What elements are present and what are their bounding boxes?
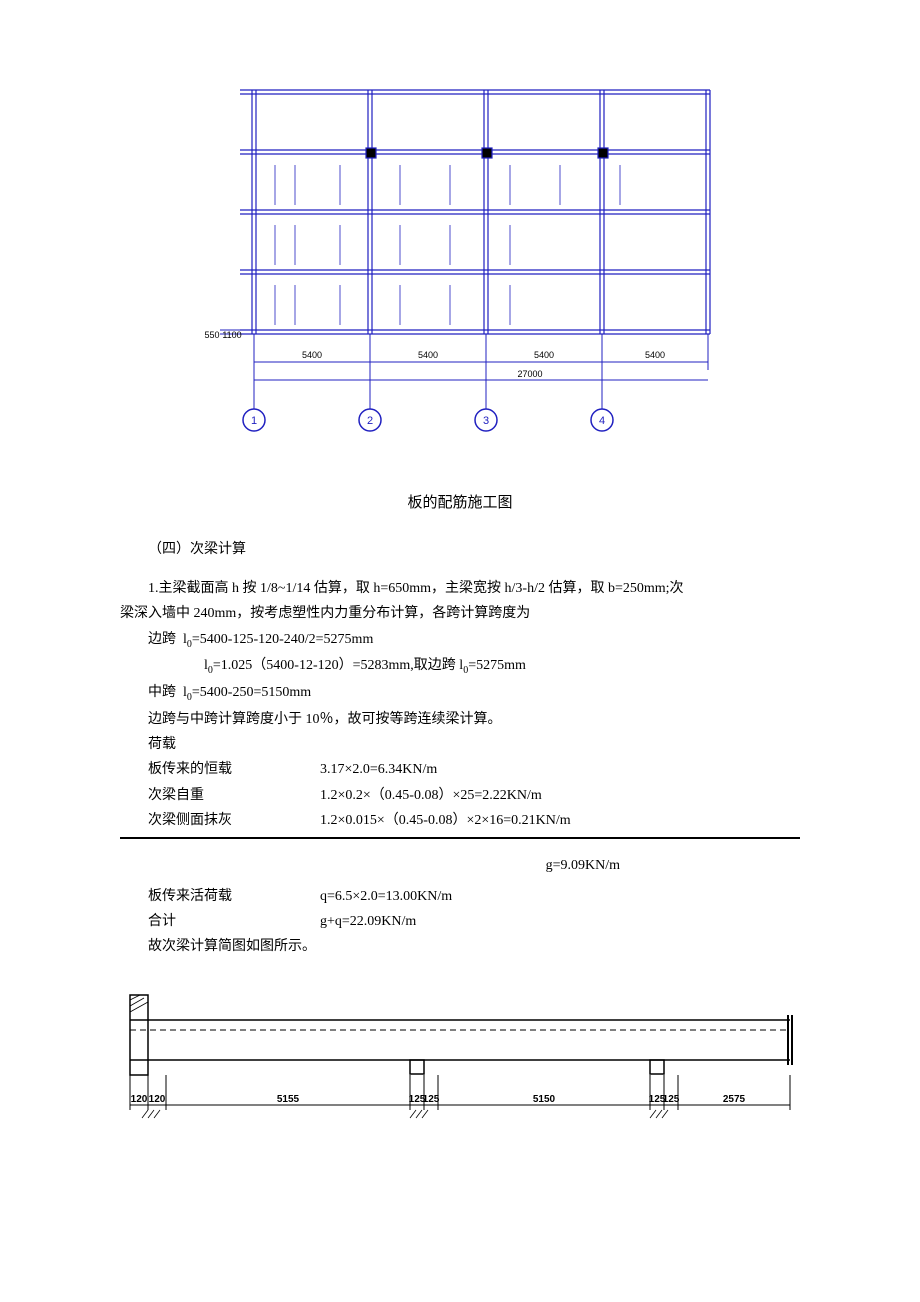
line-3-rest: =1.025（5400-12-120）=5283mm,取边跨 l bbox=[213, 658, 463, 673]
span-4-label: 5400 bbox=[645, 350, 665, 360]
load-label-1: 板传来的恒载 bbox=[120, 757, 320, 782]
line-1b: 梁深入墙中 240mm，按考虑塑性内力重分布计算，各跨计算跨度为 bbox=[120, 601, 800, 626]
load-label-4: 板传来活荷载 bbox=[120, 884, 320, 909]
load-value-1: 3.17×2.0=6.34KN/m bbox=[320, 757, 800, 782]
figure-caption-1: 板的配筋施工图 bbox=[120, 490, 800, 517]
line-2-label: 边跨 bbox=[148, 632, 176, 647]
line-final: 故次梁计算简图如图所示。 bbox=[120, 934, 800, 959]
line-6: 荷载 bbox=[120, 732, 800, 757]
load-row-5: 合计 g+q=22.09KN/m bbox=[120, 909, 800, 934]
line-5: 边跨与中跨计算跨度小于 10％，故可按等跨连续梁计算。 bbox=[120, 707, 800, 732]
plan-svg: 5400 5400 5400 5400 27000 550 1100 1 2 3… bbox=[200, 80, 720, 460]
section-4-title: （四）次梁计算 bbox=[120, 537, 800, 562]
beam-dim-9: 2575 bbox=[723, 1094, 746, 1105]
axis-4-label: 4 bbox=[599, 415, 605, 427]
line-4-rest: =5400-250=5150mm bbox=[192, 685, 311, 700]
load-row-3: 次梁侧面抹灰 1.2×0.015×（0.45-0.08）×2×16=0.21KN… bbox=[120, 808, 800, 833]
load-label-3: 次梁侧面抹灰 bbox=[120, 808, 320, 833]
line-2-rest: =5400-125-120-240/2=5275mm bbox=[192, 632, 373, 647]
beam-dim-6: 5150 bbox=[533, 1094, 556, 1105]
load-value-2: 1.2×0.2×（0.45-0.08）×25=2.22KN/m bbox=[320, 783, 800, 808]
load-row-4: 板传来活荷载 q=6.5×2.0=13.00KN/m bbox=[120, 884, 800, 909]
axis-3-label: 3 bbox=[483, 415, 489, 427]
beam-dim-3: 5155 bbox=[277, 1094, 300, 1105]
span-3-label: 5400 bbox=[534, 350, 554, 360]
line-2: 边跨 l0=5400-125-120-240/2=5275mm bbox=[120, 627, 800, 654]
line-3: l0=1.025（5400-12-120）=5283mm,取边跨 l0=5275… bbox=[120, 653, 800, 680]
beam-dim-1: 120 bbox=[131, 1094, 148, 1105]
load-row-1: 板传来的恒载 3.17×2.0=6.34KN/m bbox=[120, 757, 800, 782]
span-1-label: 5400 bbox=[302, 350, 322, 360]
load-value-3: 1.2×0.015×（0.45-0.08）×2×16=0.21KN/m bbox=[320, 808, 800, 833]
beam-dim-2: 120 bbox=[149, 1094, 166, 1105]
axis-1-label: 1 bbox=[251, 415, 257, 427]
beam-diagram-figure: 120 120 5155 125 125 5150 125 125 2575 bbox=[120, 990, 800, 1130]
divider bbox=[120, 837, 800, 839]
left-dim-1: 550 bbox=[204, 330, 219, 340]
load-label-5: 合计 bbox=[120, 909, 320, 934]
line-4-label: 中跨 bbox=[148, 685, 176, 700]
line-1a: 1.主梁截面高 h 按 1/8~1/14 估算，取 h=650mm，主梁宽按 h… bbox=[120, 576, 800, 601]
line-3-rest2: =5275mm bbox=[468, 658, 526, 673]
load-value-5: g+q=22.09KN/m bbox=[320, 909, 800, 934]
load-row-2: 次梁自重 1.2×0.2×（0.45-0.08）×25=2.22KN/m bbox=[120, 783, 800, 808]
load-value-4: q=6.5×2.0=13.00KN/m bbox=[320, 884, 800, 909]
beam-dim-8: 125 bbox=[663, 1094, 680, 1105]
total-width-label: 27000 bbox=[517, 369, 542, 379]
axis-2-label: 2 bbox=[367, 415, 373, 427]
span-2-label: 5400 bbox=[418, 350, 438, 360]
reinforcement-plan-figure: 5400 5400 5400 5400 27000 550 1100 1 2 3… bbox=[120, 80, 800, 460]
line-4: 中跨 l0=5400-250=5150mm bbox=[120, 680, 800, 707]
beam-svg: 120 120 5155 125 125 5150 125 125 2575 bbox=[120, 990, 800, 1130]
g-total: g=9.09KN/m bbox=[120, 853, 800, 878]
load-label-2: 次梁自重 bbox=[120, 783, 320, 808]
left-dim-2: 1100 bbox=[222, 330, 241, 340]
beam-dim-5: 125 bbox=[423, 1094, 440, 1105]
